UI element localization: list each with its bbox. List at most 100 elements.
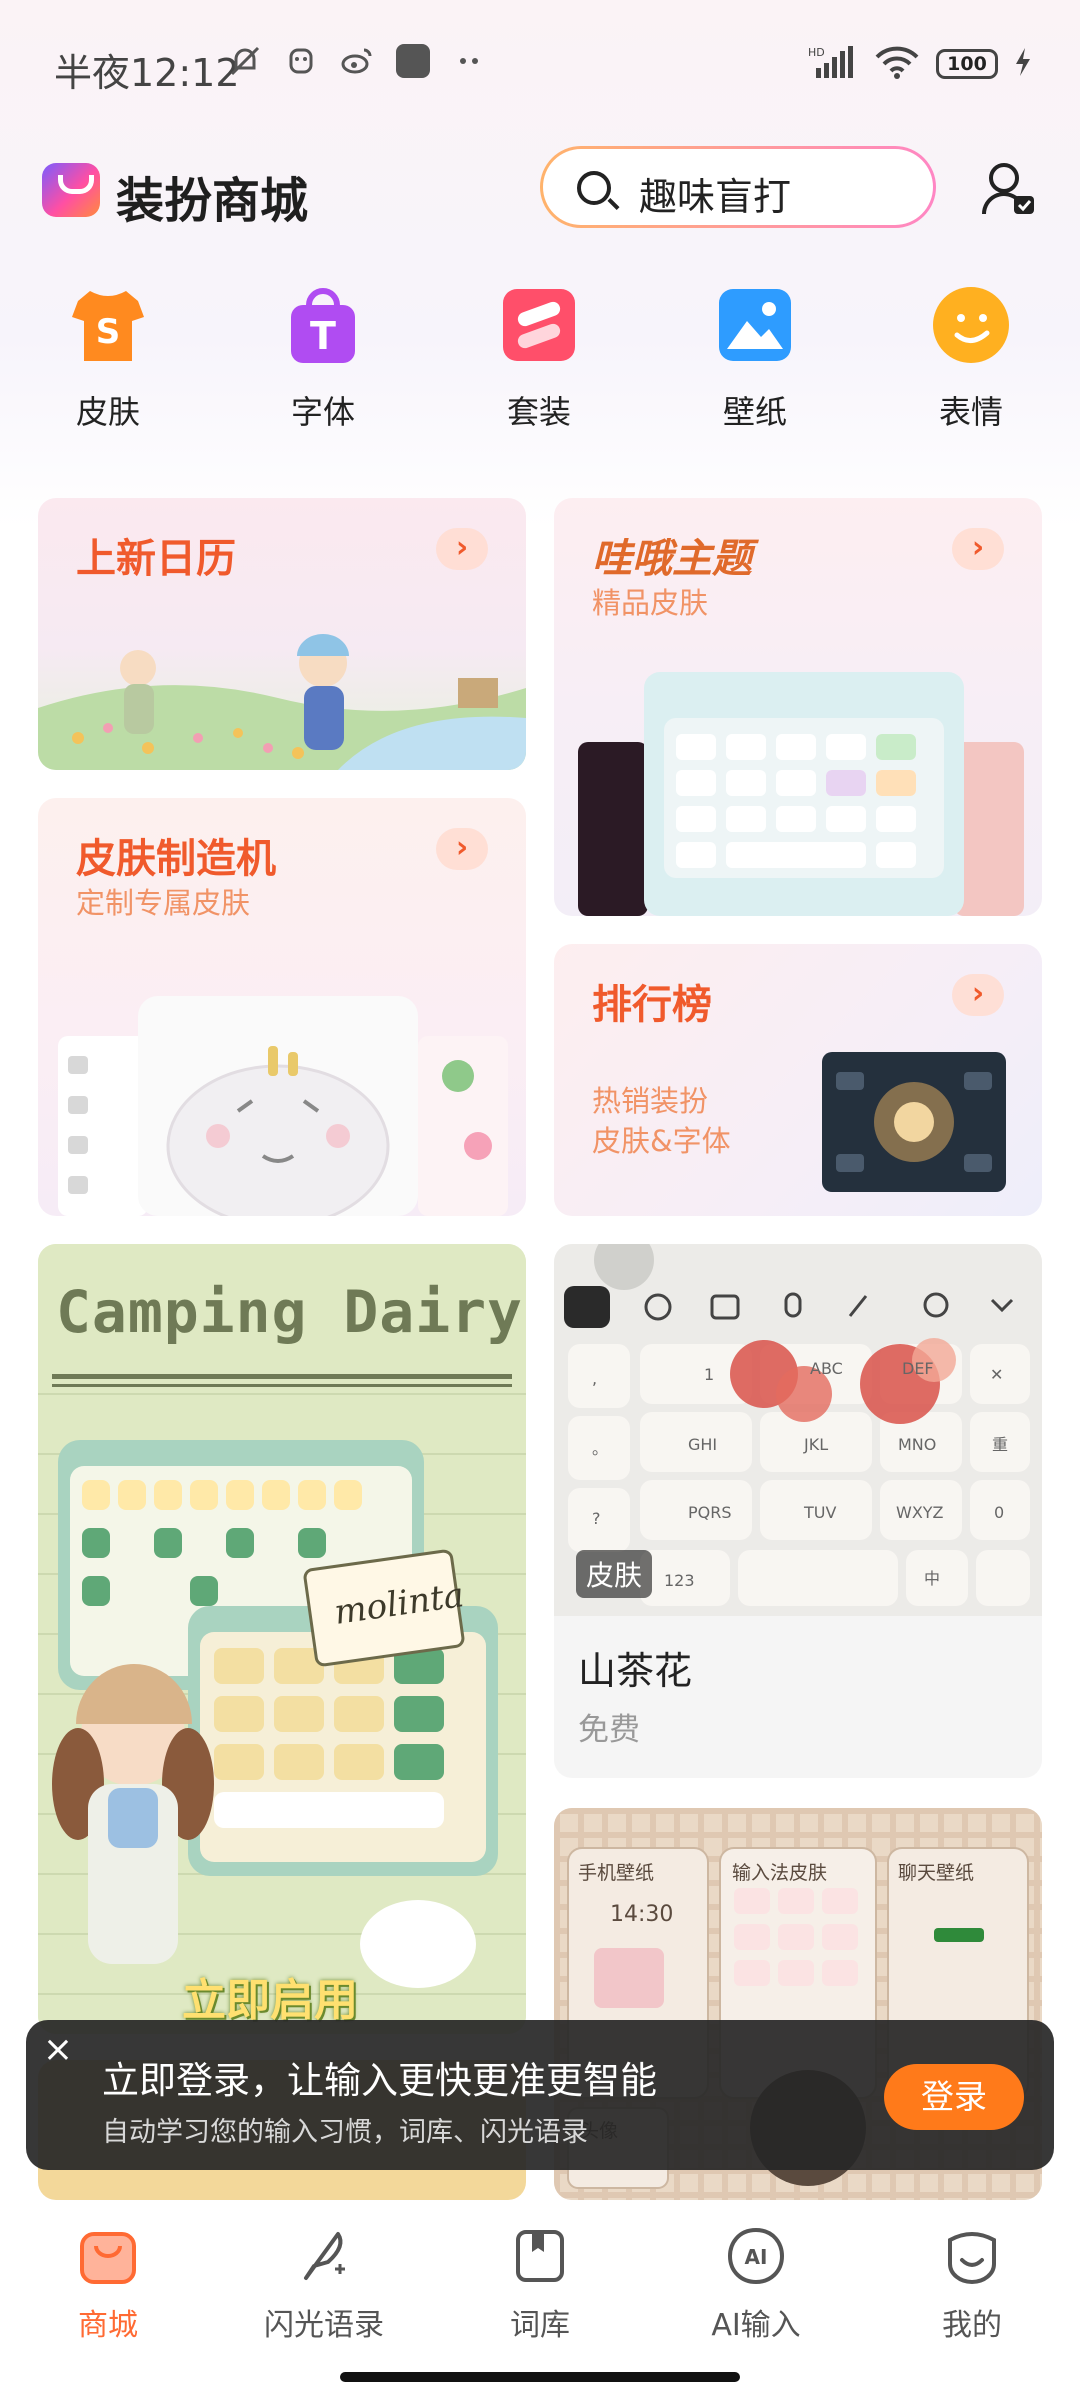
card-subtitle: 定制专属皮肤 [76, 886, 251, 920]
svg-text:AI: AI [745, 2245, 768, 2269]
theme-keyboard-preview [578, 672, 1024, 916]
category-font[interactable]: T 字体 [253, 285, 393, 433]
bundle-label-chat-wallpaper: 聊天壁纸 [898, 1862, 975, 1884]
svg-text:0: 0 [994, 1503, 1004, 1522]
ranking-preview-image [822, 1052, 1006, 1192]
camellia-skin-tile[interactable]: 1 ABC DEF ✕ GHI JKL MNO 重 PQRS TUV WXYZ 0 123 中, 。? 皮肤… [554, 1244, 1042, 1778]
nav-ai-input[interactable]: AI AI输入 [671, 2226, 841, 2344]
category-skin[interactable]: S 皮肤 [38, 285, 178, 433]
svg-text:中: 中 [924, 1569, 940, 1588]
banner-title: 立即登录，让输入更快更准更智能 [102, 2059, 657, 2102]
bundle-label-wallpaper: 手机壁纸 [578, 1862, 655, 1884]
banner-subtitle: 自动学习您的输入习惯，词库、闪光语录 [102, 2117, 588, 2148]
nav-me[interactable]: 我的 [887, 2226, 1057, 2344]
status-bar: 半夜12:12 HD 100 [0, 0, 1080, 130]
signal-icon: HD [808, 44, 858, 84]
nav-label: 商城 [78, 2308, 138, 2343]
wow-theme-card[interactable]: 哇哦主题 精品皮肤 › [554, 498, 1042, 916]
wallpaper-icon [715, 285, 795, 365]
nav-flash-quotes[interactable]: 闪光语录 [239, 2226, 409, 2344]
feather-pen-icon [294, 2226, 354, 2286]
svg-text:?: ? [592, 1509, 601, 1528]
category-label: 壁纸 [722, 393, 787, 431]
category-row: S 皮肤 T 字体 套装 壁纸 表情 [0, 285, 1080, 455]
svg-text:S: S [96, 312, 121, 352]
camping-dairy-tile[interactable]: Camping Dairy molinta 立即启用 [38, 1244, 526, 2034]
card-subtitle-line1: 热销装扮 [592, 1084, 709, 1118]
search-placeholder: 趣味盲打 [639, 175, 792, 219]
chevron-right-icon: › [436, 828, 488, 870]
bottom-navigation: 商城 闪光语录 词库 AI AI输入 我的 [0, 2200, 1080, 2400]
close-icon[interactable]: × [38, 2032, 78, 2072]
card-title: 上新日历 [76, 536, 236, 582]
chevron-right-icon: › [952, 528, 1004, 570]
app-notification-icon [284, 44, 318, 78]
nav-label: 我的 [942, 2308, 1002, 2343]
nav-store[interactable]: 商城 [23, 2226, 193, 2344]
skin-maker-card[interactable]: 皮肤制造机 定制专属皮肤 › [38, 798, 526, 1216]
font-bag-icon: T [283, 285, 363, 365]
calendar-illustration [38, 634, 526, 770]
card-subtitle: 精品皮肤 [592, 586, 709, 620]
svg-text:TUV: TUV [803, 1503, 836, 1522]
bundle-icon [499, 285, 579, 365]
svg-text:JKL: JKL [803, 1435, 828, 1454]
category-wallpaper[interactable]: 壁纸 [685, 285, 825, 433]
svg-text:123: 123 [664, 1571, 695, 1590]
search-icon [577, 171, 611, 205]
charging-icon [1014, 47, 1032, 81]
apply-now-caption: 立即启用 [182, 1975, 358, 2026]
new-release-calendar-card[interactable]: 上新日历 › [38, 498, 526, 770]
wifi-icon [874, 45, 920, 83]
category-emoji[interactable]: 表情 [901, 285, 1041, 433]
svg-text:PQRS: PQRS [688, 1503, 732, 1522]
store-logo-icon [42, 163, 100, 217]
category-label: 表情 [938, 393, 1003, 431]
smiley-icon [931, 285, 1011, 365]
svg-text:T: T [310, 314, 336, 358]
svg-text:重: 重 [992, 1435, 1008, 1454]
card-title: 哇哦主题 [592, 536, 752, 582]
nav-dictionary[interactable]: 词库 [455, 2226, 625, 2344]
chevron-right-icon: › [436, 528, 488, 570]
card-title: 排行榜 [592, 982, 712, 1028]
book-icon [510, 2226, 570, 2286]
tshirt-icon: S [68, 285, 148, 365]
more-notifications-icon [452, 44, 486, 78]
store-header: 装扮商城 趣味盲打 [0, 140, 1080, 240]
product-name: 山茶花 [578, 1649, 693, 1693]
svg-text:WXYZ: WXYZ [896, 1503, 944, 1522]
category-bundle[interactable]: 套装 [469, 285, 609, 433]
product-price: 免费 [578, 1712, 640, 1748]
chevron-right-icon: › [952, 974, 1004, 1016]
svg-text:1: 1 [704, 1365, 714, 1384]
store-bag-icon [78, 2226, 138, 2286]
user-account-icon[interactable] [980, 158, 1036, 220]
skin-maker-preview [58, 996, 508, 1216]
ai-icon: AI [726, 2226, 786, 2286]
login-button[interactable]: 登录 [884, 2064, 1024, 2130]
svg-text:GHI: GHI [688, 1435, 717, 1454]
svg-text:HD: HD [808, 46, 825, 59]
svg-text:DEF: DEF [902, 1359, 934, 1378]
svg-text:。: 。 [592, 1439, 608, 1458]
bundle-label-skin: 输入法皮肤 [732, 1862, 828, 1884]
card-subtitle-line2: 皮肤&字体 [592, 1124, 731, 1158]
svg-text:ABC: ABC [810, 1359, 843, 1378]
page-title: 装扮商城 [116, 173, 309, 229]
nav-label: 词库 [510, 2308, 570, 2343]
app-square-icon [396, 44, 430, 78]
skin-badge: 皮肤 [576, 1550, 653, 1598]
battery-icon: 100 [936, 49, 998, 79]
login-prompt-banner: × 立即登录，让输入更快更准更智能 自动学习您的输入习惯，词库、闪光语录 登录 [26, 2020, 1054, 2170]
profile-face-icon [942, 2226, 1002, 2286]
category-label: 字体 [290, 393, 355, 431]
home-indicator[interactable] [340, 2372, 740, 2382]
svg-text:,: , [592, 1369, 597, 1388]
search-input[interactable]: 趣味盲打 [540, 146, 936, 228]
weibo-icon [340, 44, 374, 78]
ranking-card[interactable]: 排行榜 › 热销装扮 皮肤&字体 [554, 944, 1042, 1216]
mute-bell-icon [228, 44, 262, 78]
camping-dairy-artwork [38, 1244, 526, 2034]
category-label: 套装 [506, 393, 571, 431]
